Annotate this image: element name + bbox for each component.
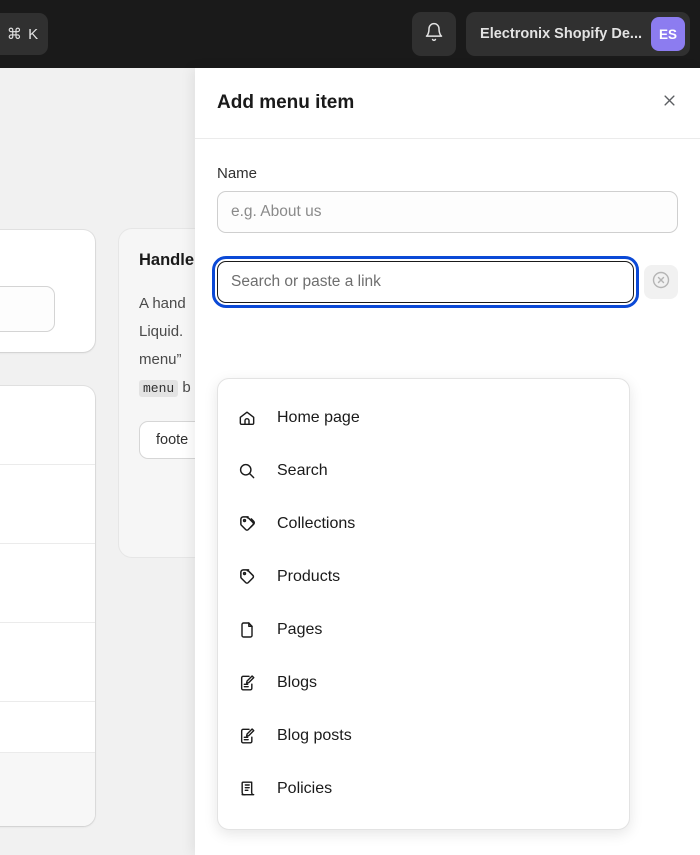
dropdown-item-policies[interactable]: Policies	[218, 762, 629, 815]
background-card-top	[0, 230, 95, 352]
row-divider	[0, 464, 95, 465]
store-switcher-button[interactable]: Electronix Shopify De... ES	[466, 12, 690, 56]
dropdown-item-label: Policies	[277, 779, 333, 797]
link-input-wrapper: Search or paste a link	[212, 256, 639, 308]
clear-link-button[interactable]	[644, 265, 678, 299]
blog-post-edit-icon	[236, 725, 258, 747]
dropdown-item-label: Blog posts	[277, 726, 352, 744]
circle-x-icon	[651, 270, 671, 295]
name-input-placeholder: e.g. About us	[231, 203, 322, 220]
name-input[interactable]: e.g. About us	[217, 191, 678, 233]
link-field-row: Search or paste a link	[212, 256, 678, 308]
close-icon	[662, 93, 677, 113]
link-search-placeholder: Search or paste a link	[231, 273, 381, 290]
top-navigation-bar: ⌘ K Electronix Shopify De... ES	[0, 0, 700, 68]
search-icon	[236, 460, 258, 482]
dropdown-item-blogs[interactable]: Blogs	[218, 656, 629, 709]
command-k-label: ⌘ K	[6, 26, 40, 43]
product-tag-icon	[236, 566, 258, 588]
dropdown-item-blog-posts[interactable]: Blog posts	[218, 709, 629, 762]
handle-body-line-4-suffix: b	[182, 379, 191, 396]
link-search-input[interactable]: Search or paste a link	[212, 256, 639, 308]
handle-code-token: menu	[139, 380, 179, 397]
panel-title: Add menu item	[217, 92, 355, 113]
row-divider	[0, 543, 95, 544]
name-field-label: Name	[217, 165, 258, 182]
app-root: ⌘ K Electronix Shopify De... ES Handle A…	[0, 0, 700, 855]
dropdown-item-products[interactable]: Products	[218, 550, 629, 603]
row-divider	[0, 622, 95, 623]
card-footer	[0, 752, 95, 826]
add-menu-item-panel: Add menu item Name e.g. About us Search	[195, 68, 700, 855]
command-k-search-button[interactable]: ⌘ K	[0, 13, 48, 55]
blog-edit-icon	[236, 672, 258, 694]
notifications-button[interactable]	[412, 12, 457, 56]
dropdown-item-label: Pages	[277, 620, 323, 638]
bell-icon	[424, 22, 444, 47]
dropdown-item-label: Blogs	[277, 673, 318, 691]
dropdown-item-collections[interactable]: Collections	[218, 497, 629, 550]
dropdown-item-label: Collections	[277, 514, 356, 532]
dropdown-item-home-page[interactable]: Home page	[218, 391, 629, 444]
dropdown-item-label: Products	[277, 567, 341, 585]
close-button[interactable]	[654, 88, 684, 118]
link-suggestions-dropdown: Home page Search Collections Products Pa…	[217, 378, 630, 830]
background-input-field[interactable]	[0, 286, 55, 332]
dropdown-item-search[interactable]: Search	[218, 444, 629, 497]
store-name-label: Electronix Shopify De...	[480, 26, 642, 42]
panel-body: Name e.g. About us Search or paste a lin…	[195, 139, 700, 830]
policies-scroll-icon	[236, 778, 258, 800]
background-card-list: Delete Delete Delete Delete	[0, 386, 95, 826]
dropdown-item-label: Home page	[277, 408, 360, 426]
row-divider	[0, 701, 95, 702]
collections-tag-icon	[236, 513, 258, 535]
dropdown-item-label: Search	[277, 461, 328, 479]
topbar-right-group: Electronix Shopify De... ES	[412, 12, 690, 56]
home-icon	[236, 407, 258, 429]
panel-header: Add menu item	[195, 68, 700, 139]
dropdown-item-pages[interactable]: Pages	[218, 603, 629, 656]
page-document-icon	[236, 619, 258, 641]
avatar[interactable]: ES	[651, 17, 685, 51]
